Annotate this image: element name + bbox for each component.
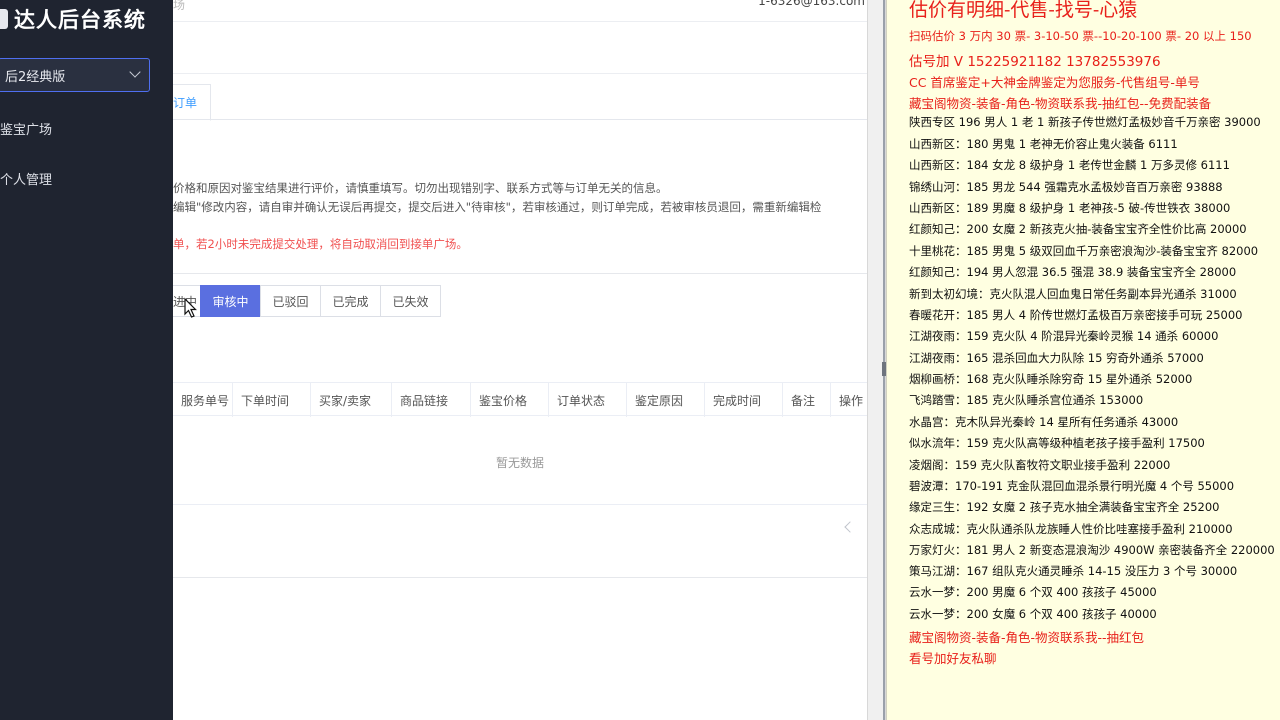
chevron-down-icon [129, 66, 141, 78]
version-select[interactable]: 后2经典版 [0, 58, 150, 92]
scrollbar-track [883, 0, 885, 720]
main-content: 场 1-6326@163.com 订单 价格和原因对鉴宝结果进行评价，请慎重填写… [173, 0, 867, 720]
document-line: 红颜知己：194 男人忽混 36.5 强混 38.9 装备宝宝齐全 28000 [909, 265, 1237, 279]
document-line: 凌烟阁：159 克火队畜牧符文职业接手盈利 22000 [909, 458, 1171, 472]
document-line: 十里桃花：185 男鬼 5 级双回血千万亲密浪淘沙-装备宝宝齐 82000 [909, 244, 1259, 258]
mouse-cursor-icon [184, 297, 197, 318]
col-actions: 操作 [839, 393, 864, 408]
table-header: 服务单号 下单时间 买家/卖家 商品链接 鉴宝价格 订单状态 鉴定原因 完成时间… [173, 382, 867, 417]
pane-splitter[interactable] [867, 0, 886, 720]
tab-orders[interactable]: 订单 [173, 84, 211, 121]
top-bar: 场 1-6326@163.com [173, 0, 867, 22]
version-select-value: 后2经典版 [5, 69, 66, 85]
document-line: 江湖夜雨：159 克火队 4 阶混异光秦岭灵猴 14 通杀 60000 [909, 329, 1219, 343]
document-line: 江湖夜雨：165 混杀回血大力队除 15 穷奇外通杀 57000 [909, 351, 1204, 365]
notice-warning: 单，若2小时未完成提交处理，将自动取消回到接单广场。 [173, 237, 468, 251]
document-line: 水晶宫：克木队异光秦岭 14 星所有任务通杀 43000 [909, 415, 1179, 429]
status-filter-group: 进中 审核中 已驳回 已完成 已失效 [173, 285, 441, 317]
filter-under-review[interactable]: 审核中 [200, 285, 261, 317]
col-buyer-seller: 买家/卖家 [311, 383, 392, 417]
divider [173, 577, 867, 578]
col-remarks: 备注 [783, 383, 831, 417]
document-line: 藏宝阁物资-装备-角色-物资联系我--抽红包 [909, 630, 1145, 645]
document-line: 春暖花开：185 男人 4 阶传世燃灯孟极百万亲密接手可玩 25000 [909, 308, 1243, 322]
document-pane: 估价有明细-代售-找号-心猿 扫码估价 3 万内 30 票- 3-10-50 票… [886, 0, 1280, 720]
sidebar-item-personal-management[interactable]: 个人管理 [0, 169, 52, 188]
sidebar: 达人后台系统 后2经典版 鉴宝广场 个人管理 [0, 0, 173, 720]
col-order-time: 下单时间 [233, 383, 311, 417]
table-empty-state: 暂无数据 [173, 417, 867, 505]
document-line: 山西新区：184 女龙 8 级护身 1 老传世金麟 1 万多灵修 6111 [909, 158, 1230, 172]
orders-table: 服务单号 下单时间 买家/卖家 商品链接 鉴宝价格 订单状态 鉴定原因 完成时间… [173, 382, 867, 505]
notice-line-2: 编辑"修改内容，请自审并确认无误后再提交，提交后进入"待审核"，若审核通过，则订… [173, 200, 822, 214]
divider [173, 273, 867, 274]
document-line: 似水流年：159 克火队高等级种植老孩子接手盈利 17500 [909, 436, 1205, 450]
filter-expired[interactable]: 已失效 [380, 285, 441, 317]
col-product-link: 商品链接 [392, 383, 471, 417]
document-line: 山西新区：189 男魔 8 级护身 1 老神孩-5 破-传世铁衣 38000 [909, 201, 1231, 215]
document-line: 云水一梦：200 女魔 6 个双 400 孩孩子 40000 [909, 607, 1157, 621]
document-line: CC 首席鉴定+大神金牌鉴定为您服务-代售组号-单号 [909, 75, 1200, 90]
document-line: 估号加 V 15225921182 13782553976 [909, 54, 1161, 70]
col-order-status: 订单状态 [549, 383, 627, 417]
col-service-id: 服务单号 [173, 383, 233, 417]
document-line: 策马江湖：167 组队克火通灵睡杀 14-15 没压力 3 个号 30000 [909, 564, 1238, 578]
document-line: 陕西专区 196 男人 1 老 1 新孩子传世燃灯孟极妙音千万亲密 39000 [909, 115, 1261, 129]
col-appraisal-price: 鉴宝价格 [471, 383, 549, 417]
document-line: 锦绣山河：185 男龙 544 强霜克水孟极妙音百万亲密 93888 [909, 180, 1223, 194]
filter-rejected[interactable]: 已驳回 [260, 285, 321, 317]
document-line: 碧波潭：170-191 克金队混回血混杀景行明光魔 4 个号 55000 [909, 479, 1235, 493]
breadcrumb-fragment: 场 [173, 0, 186, 12]
logo-icon [0, 9, 8, 29]
col-complete-time: 完成时间 [705, 383, 783, 417]
col-appraisal-reason: 鉴定原因 [627, 383, 705, 417]
document-line: 扫码估价 3 万内 30 票- 3-10-50 票--10-20-100 票- … [909, 29, 1252, 43]
notice-line-1: 价格和原因对鉴宝结果进行评价，请慎重填写。切勿出现错别字、联系方式等与订单无关的… [173, 181, 668, 195]
sidebar-item-appraisal-square[interactable]: 鉴宝广场 [0, 119, 52, 138]
app-title: 达人后台系统 [14, 8, 146, 32]
document-line: 飞鸿踏雪：185 克火队睡杀宫位通杀 153000 [909, 393, 1144, 407]
document-line: 藏宝阁物资-装备-角色-物资联系我-抽红包--免费配装备 [909, 96, 1212, 111]
tab-bar: 订单 [173, 84, 867, 121]
chevron-left-icon[interactable] [844, 521, 856, 533]
document-line: 新到太初幻境：克火队混人回血鬼日常任务副本异光通杀 31000 [909, 287, 1237, 301]
document-line: 万家灯火：181 男人 2 新变态混浪淘沙 4900W 亲密装备齐全 22000… [909, 543, 1275, 557]
filter-completed[interactable]: 已完成 [320, 285, 381, 317]
document-line: 云水一梦：200 男魔 6 个双 400 孩孩子 45000 [909, 585, 1157, 599]
app-logo: 达人后台系统 [0, 0, 146, 38]
user-email[interactable]: 1-6326@163.com [758, 0, 865, 8]
document-line: 山西新区：180 男鬼 1 老神无价容止鬼火装备 6111 [909, 137, 1178, 151]
document-line: 看号加好友私聊 [909, 651, 997, 666]
document-line: 烟柳画桥：168 克火队睡杀除穷奇 15 星外通杀 52000 [909, 372, 1193, 386]
page-header [173, 22, 867, 74]
document-line: 红颜知己：200 女魔 2 新孩克火抽-装备宝宝齐全性价比高 20000 [909, 222, 1247, 236]
document-line: 缘定三生：192 女魔 2 孩子克水抽全满装备宝宝齐全 25200 [909, 500, 1220, 514]
document-line: 众志成城：克火队通杀队龙族睡人性价比哇塞接手盈利 210000 [909, 522, 1233, 536]
document-title: 估价有明细-代售-找号-心猿 [909, 0, 1138, 21]
